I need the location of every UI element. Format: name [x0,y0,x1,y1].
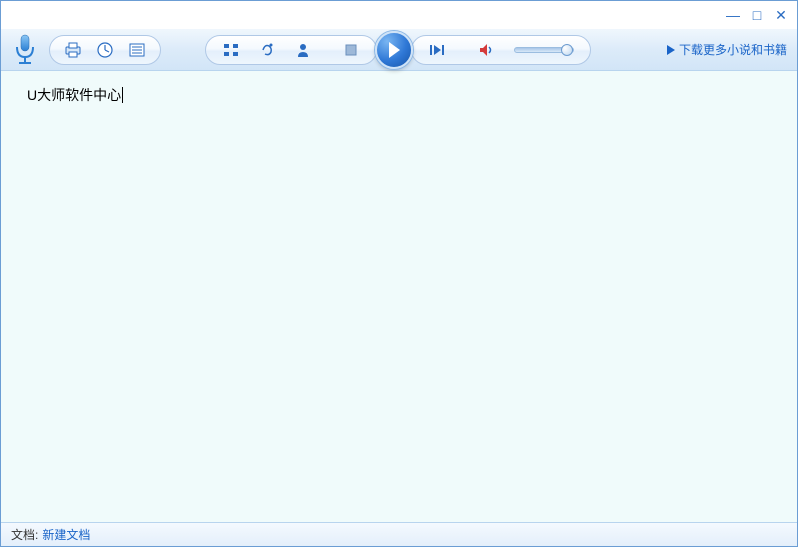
download-link[interactable]: 下载更多小说和书籍 [667,41,791,58]
document-area[interactable]: U大师软件中心 [1,71,797,522]
playback-right-group [411,35,591,65]
toolbar: 下载更多小说和书籍 [1,29,797,71]
volume-thumb[interactable] [561,44,573,56]
download-label: 下载更多小说和书籍 [679,41,787,58]
stop-button[interactable] [336,37,366,63]
play-button[interactable] [375,31,413,69]
text-cursor [122,87,123,103]
list-icon[interactable] [122,37,152,63]
print-button[interactable] [58,37,88,63]
person-icon[interactable] [288,37,318,63]
next-button[interactable] [422,37,452,63]
play-triangle-icon [667,45,675,55]
playback-left-group [205,35,377,65]
volume-slider[interactable] [514,47,574,53]
playback-controls [205,30,591,70]
clock-icon[interactable] [90,37,120,63]
document-text: U大师软件中心 [27,87,121,103]
expand-icon[interactable] [216,37,246,63]
titlebar: — □ ✕ [1,1,797,29]
maximize-button[interactable]: □ [749,7,765,23]
voice-settings-icon[interactable] [252,37,282,63]
status-label: 文档: [11,526,38,543]
minimize-button[interactable]: — [725,7,741,23]
statusbar: 文档: 新建文档 [1,522,797,546]
volume-icon[interactable] [472,37,502,63]
file-tools-group [49,35,161,65]
app-window: — □ ✕ [0,0,798,547]
status-document-name: 新建文档 [42,526,90,543]
microphone-icon[interactable] [7,32,43,68]
close-button[interactable]: ✕ [773,7,789,24]
